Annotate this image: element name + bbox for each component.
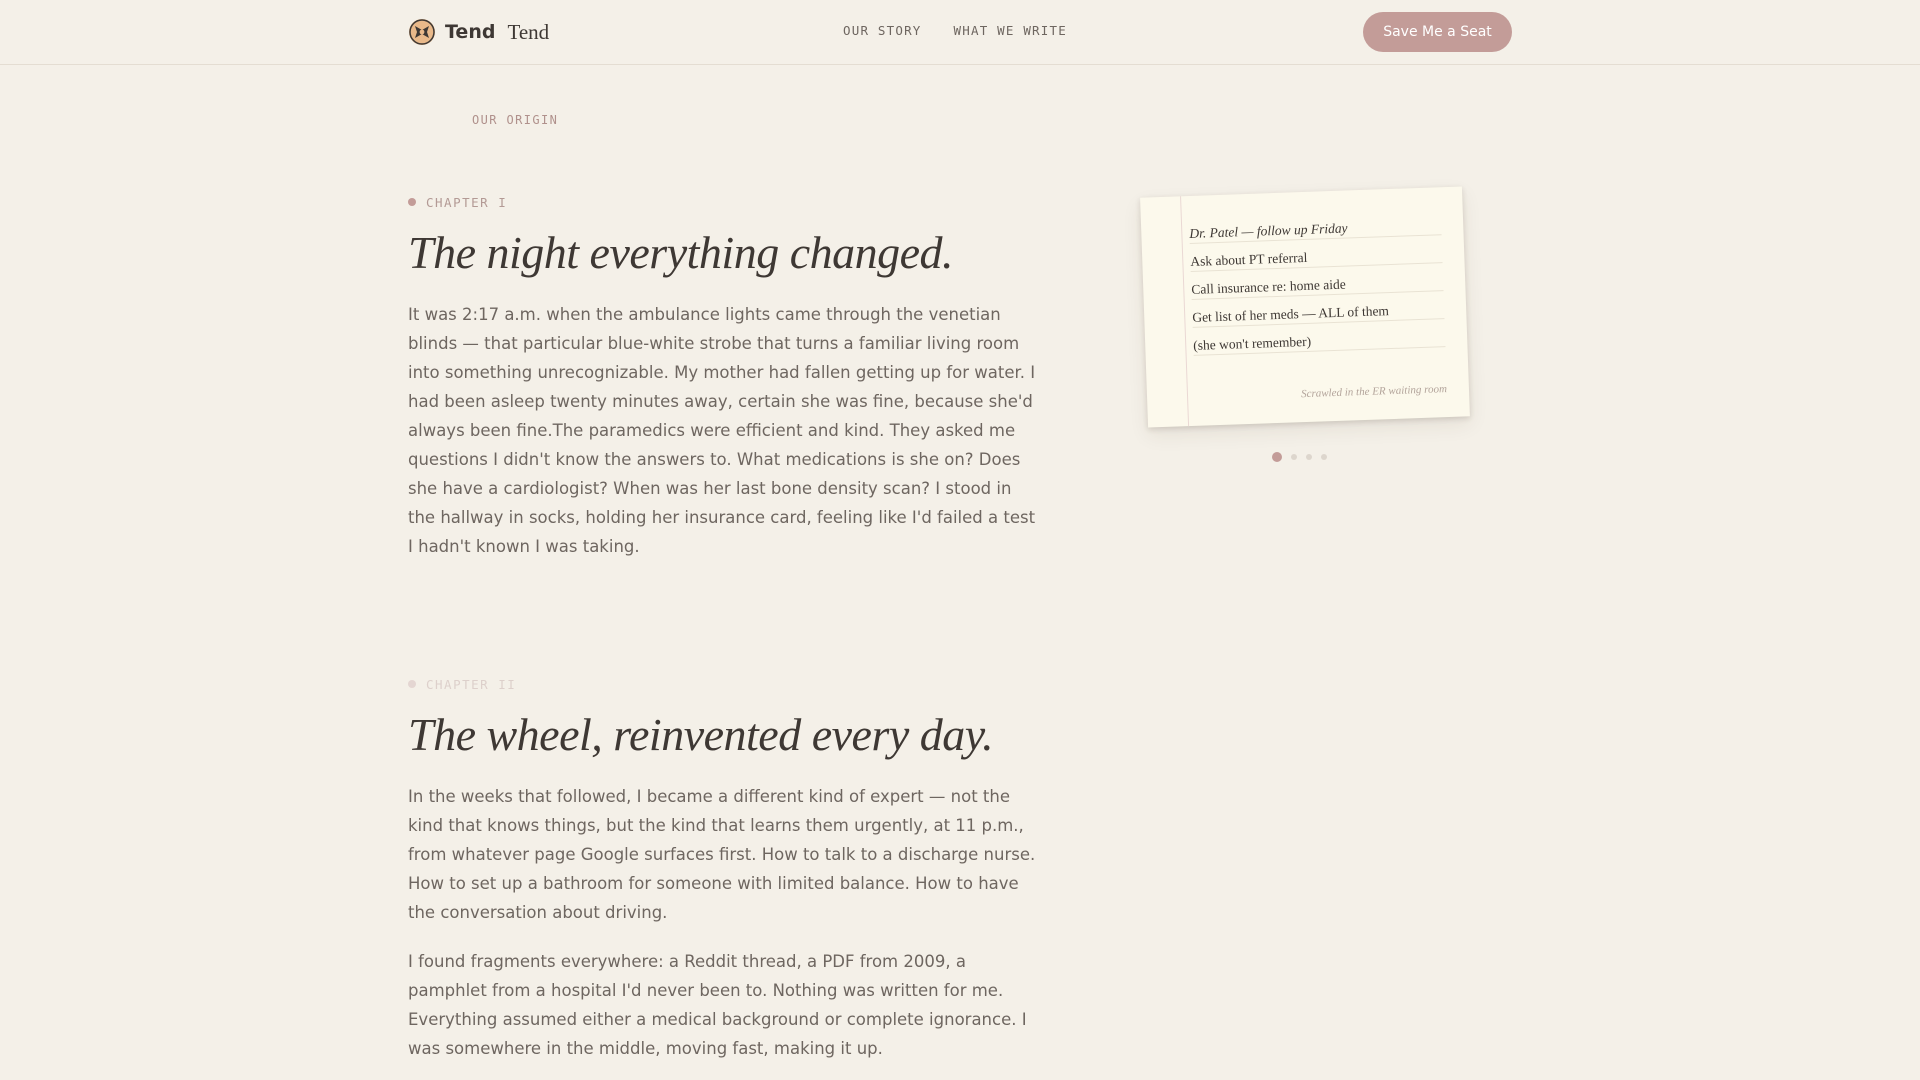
brand-name: Tend [445, 21, 496, 43]
note-lines: Dr. Patel — follow up Friday Ask about P… [1188, 207, 1446, 356]
chapter-dot-icon [408, 680, 416, 688]
note-caption: Scrawled in the ER waiting room [1300, 383, 1448, 401]
chapter-paragraph: It was 2:17 a.m. when the ambulance ligh… [408, 305, 1036, 556]
brand[interactable]: Tend Tend [408, 17, 549, 47]
main-nav: OUR STORY WHAT WE WRITE [843, 23, 1067, 38]
brand-wordmark: Tend [507, 19, 550, 44]
chapter-dot-icon [408, 198, 416, 206]
chapter-paragraph: I found fragments everywhere: a Reddit t… [408, 952, 1027, 1058]
section-eyebrow: OUR ORIGIN [472, 113, 559, 127]
nav-our-story[interactable]: OUR STORY [843, 23, 922, 38]
carousel-dot[interactable] [1321, 454, 1327, 460]
carousel-dot[interactable] [1306, 454, 1312, 460]
chapter-label-text: CHAPTER I [426, 194, 508, 210]
chapter-label: CHAPTER I [408, 193, 1038, 211]
carousel-dots [1272, 452, 1327, 462]
nav-what-we-write[interactable]: WHAT WE WRITE [954, 23, 1067, 38]
chapter-title: The night everything changed. [408, 227, 954, 278]
chapter-label: CHAPTER II [408, 675, 1038, 693]
note-card: Dr. Patel — follow up Friday Ask about P… [1140, 186, 1470, 428]
carousel-dot[interactable] [1272, 452, 1282, 462]
chapter-body: It was 2:17 a.m. when the ambulance ligh… [408, 300, 1038, 561]
chapter-body: In the weeks that followed, I became a d… [408, 782, 1038, 1063]
chapter-2: CHAPTER II The wheel, reinvented every d… [408, 675, 1038, 1063]
site-header: Tend Tend OUR STORY WHAT WE WRITE Save M… [0, 0, 1920, 65]
carousel-dot[interactable] [1291, 454, 1297, 460]
chapter-title: The wheel, reinvented every day. [408, 709, 994, 760]
save-me-a-seat-button[interactable]: Save Me a Seat [1363, 12, 1512, 52]
chapter-paragraph: In the weeks that followed, I became a d… [408, 787, 1036, 922]
logo-icon [408, 18, 436, 46]
note-margin-line [1180, 196, 1190, 427]
chapter-1: CHAPTER I The night everything changed. … [408, 193, 1038, 561]
chapter-label-text: CHAPTER II [426, 676, 517, 692]
